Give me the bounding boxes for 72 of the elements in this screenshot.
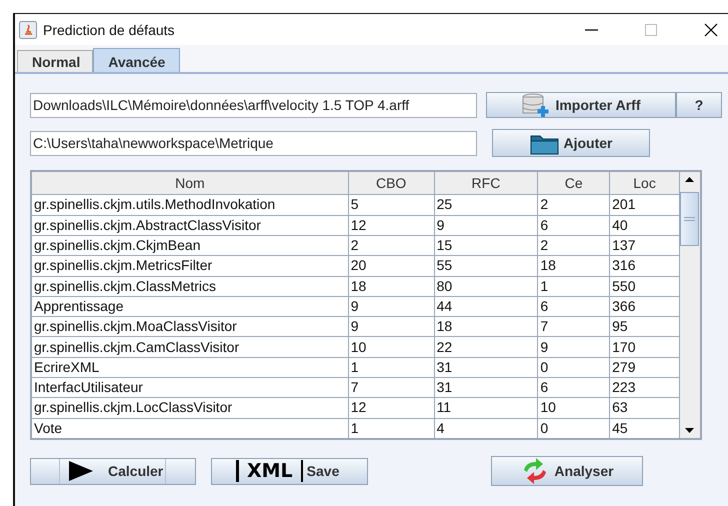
table-cell: 1	[348, 418, 434, 438]
column-header[interactable]: Loc	[610, 172, 680, 195]
table-cell: 1	[538, 276, 610, 296]
table-cell: InterfacUtilisateur	[32, 378, 348, 398]
table-cell: 1	[348, 357, 434, 378]
column-header[interactable]: CBO	[348, 172, 434, 195]
file-path-field[interactable]: Downloads\ILC\Mémoire\données\arff\velocity 1.5 TOP 4.arff	[30, 92, 477, 118]
table-cell: gr.spinellis.ckjm.MetricsFilter	[32, 256, 348, 276]
table-cell: 7	[538, 316, 610, 337]
table-cell: 18	[538, 256, 610, 276]
database-add-icon	[521, 92, 552, 118]
table-cell: 0	[538, 357, 610, 378]
table-cell: 6	[538, 215, 610, 236]
table-cell: gr.spinellis.ckjm.LocClassVisitor	[32, 398, 348, 418]
table-cell: gr.spinellis.ckjm.utils.MethodInvokation	[32, 194, 348, 216]
table-cell: 2	[538, 194, 610, 216]
table-cell: 10	[538, 398, 610, 418]
table-cell: 44	[434, 296, 538, 317]
tab[interactable]: Avancée	[93, 48, 180, 72]
table-cell: 9	[434, 215, 538, 236]
tab[interactable]: Normal	[17, 50, 94, 72]
table-cell: 12	[348, 215, 434, 236]
table-cell: 20	[348, 256, 434, 276]
table-cell: 10	[348, 336, 434, 358]
table-cell: gr.spinellis.ckjm.ClassMetrics	[32, 276, 348, 296]
table-cell: 7	[348, 378, 434, 398]
table-cell: gr.spinellis.ckjm.AbstractClassVisitor	[32, 215, 348, 236]
table-cell: 9	[538, 336, 610, 358]
table-cell: 31	[434, 357, 538, 378]
table-cell: 25	[434, 194, 538, 216]
table-cell: 55	[434, 256, 538, 276]
table-cell: 22	[434, 336, 538, 358]
table-cell: 18	[434, 316, 538, 337]
table-cell: 12	[348, 398, 434, 418]
table-cell: 5	[348, 194, 434, 216]
window-title: Prediction de défauts	[43, 22, 175, 38]
save-xml-button[interactable]: XML Save	[211, 458, 368, 484]
folder-path-field[interactable]: C:\Users\taha\newworkspace\Metrique	[30, 130, 477, 156]
column-header[interactable]: RFC	[434, 172, 538, 195]
play-icon	[68, 460, 94, 482]
table-cell: gr.spinellis.ckjm.CkjmBean	[32, 235, 348, 256]
table-cell: 80	[434, 276, 538, 296]
table-cell: 6	[538, 378, 610, 398]
table-cell: EcrireXML	[32, 357, 348, 378]
maximize-icon	[644, 22, 658, 36]
table-cell: 18	[348, 276, 434, 296]
table-cell: 11	[434, 398, 538, 418]
table-cell: 4	[434, 418, 538, 438]
import-button[interactable]: Importer Arff	[486, 92, 676, 118]
table-cell: 15	[434, 235, 538, 256]
table-cell: Apprentissage	[32, 296, 348, 317]
calculate-button[interactable]: Calculer	[30, 458, 196, 484]
table-cell: 6	[538, 296, 610, 317]
table-cell: 9	[348, 296, 434, 317]
close-icon	[704, 22, 718, 36]
scroll-thumb[interactable]	[680, 192, 699, 246]
table-cell: 2	[538, 235, 610, 256]
minimize-icon	[585, 28, 598, 30]
table-cell: Vote	[32, 418, 348, 438]
analyze-button[interactable]: Analyser	[491, 456, 643, 486]
column-header[interactable]: Nom	[32, 172, 348, 195]
table-cell: 2	[348, 235, 434, 256]
table-cell: 9	[348, 316, 434, 337]
add-button[interactable]: Ajouter	[492, 129, 650, 157]
table-cell: 31	[434, 378, 538, 398]
help-button[interactable]: ?	[676, 92, 722, 118]
grip-icon	[682, 216, 696, 222]
java-app-icon	[19, 20, 37, 38]
table-cell: gr.spinellis.ckjm.CamClassVisitor	[32, 336, 348, 358]
table-cell: 0	[538, 418, 610, 438]
column-header[interactable]: Ce	[538, 172, 610, 195]
table-cell: gr.spinellis.ckjm.MoaClassVisitor	[32, 316, 348, 337]
